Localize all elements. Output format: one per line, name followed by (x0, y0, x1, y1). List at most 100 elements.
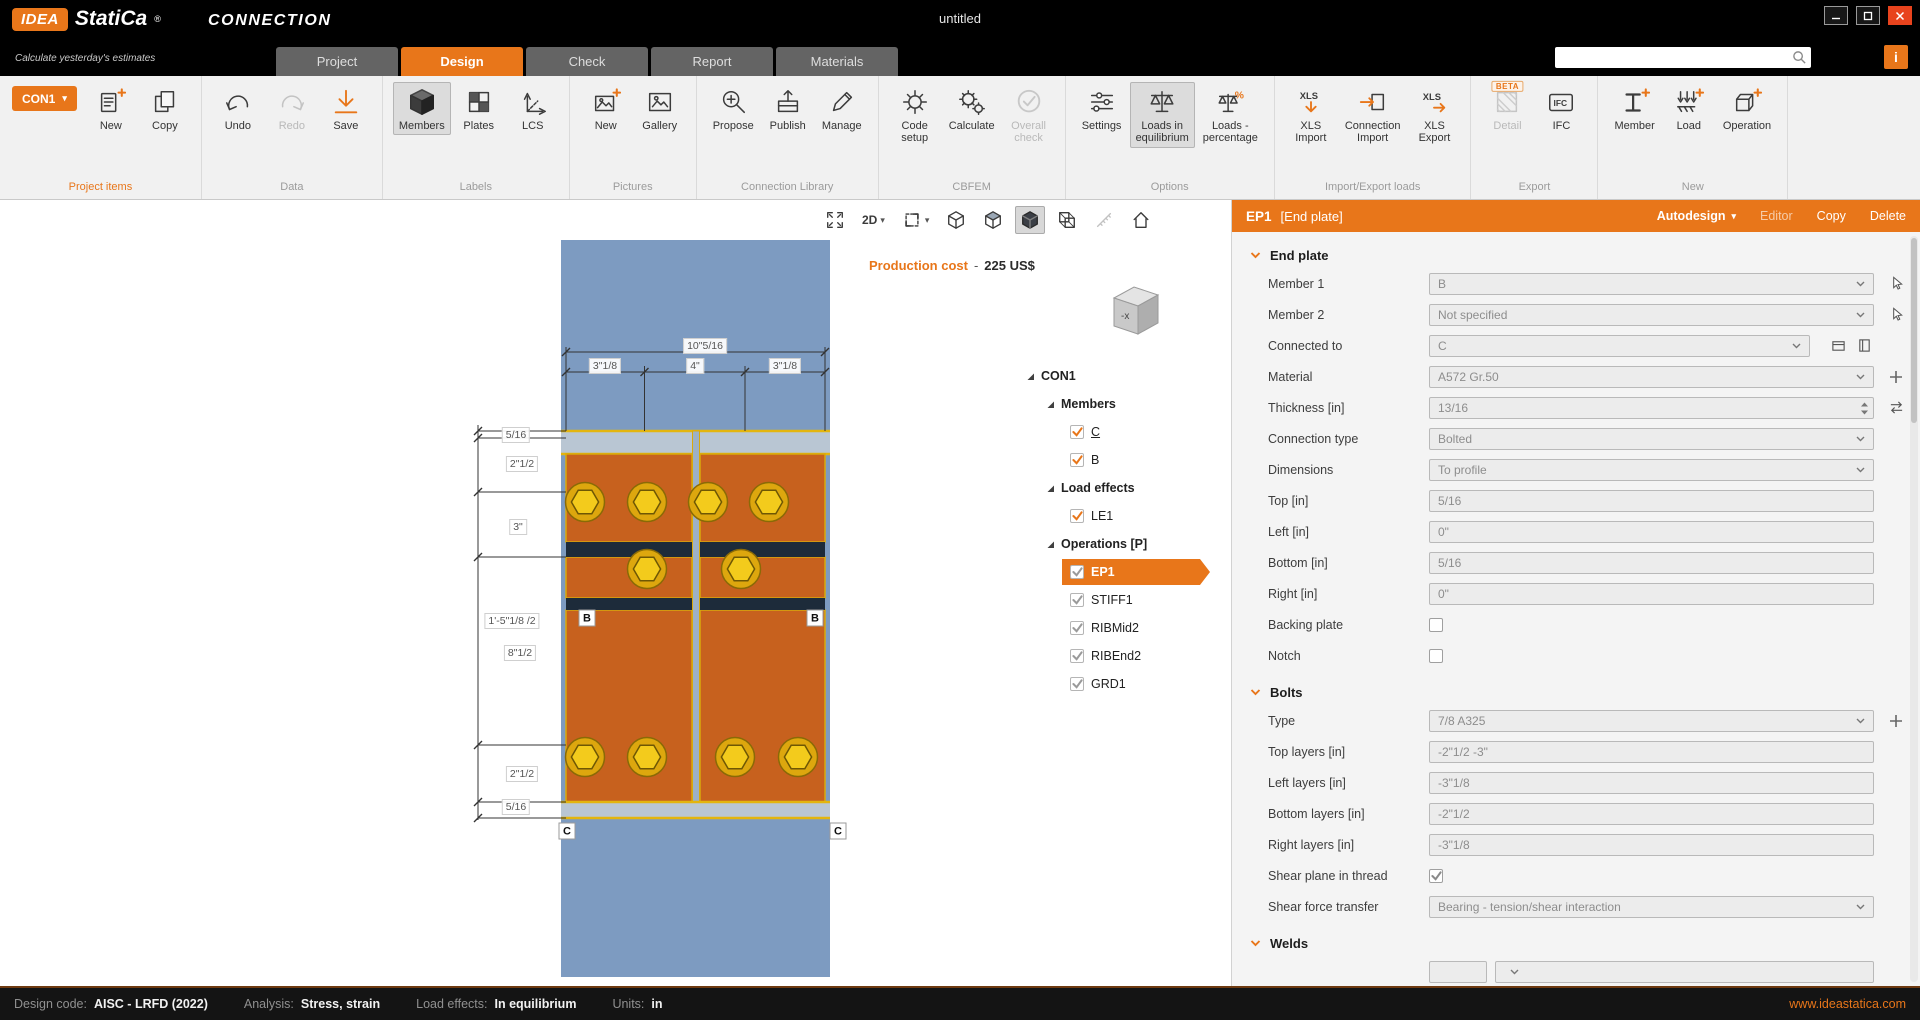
connection-selector-button[interactable]: CON1▾ (12, 86, 77, 111)
tree-item-ribmid2[interactable]: RIBMid2 (1022, 614, 1230, 642)
tab-check[interactable]: Check (526, 47, 648, 76)
bottom-layers-in-input[interactable]: -2"1/2 (1429, 803, 1874, 825)
ribbon-new-load-button[interactable]: Load (1663, 82, 1715, 135)
tree-item-con1[interactable]: CON1 (1022, 362, 1230, 390)
connected-to-dropdown[interactable]: C (1429, 335, 1810, 357)
pick-member-button[interactable] (1886, 274, 1906, 294)
home-view-button[interactable] (1126, 206, 1156, 234)
right-layers-in-input[interactable]: -3"1/8 (1429, 834, 1874, 856)
left-in-input[interactable]: 0" (1429, 521, 1874, 543)
tree-item-ribend2[interactable]: RIBEnd2 (1022, 642, 1230, 670)
tree-expander-icon[interactable] (1046, 540, 1055, 549)
ribbon-connection-import-button[interactable]: Connection Import (1339, 82, 1407, 148)
ep1-checkbox[interactable] (1070, 565, 1084, 579)
section-welds[interactable]: Welds (1232, 930, 1920, 956)
tab-project[interactable]: Project (276, 47, 398, 76)
maximize-button[interactable] (1856, 6, 1880, 25)
left-layers-in-input[interactable]: -3"1/8 (1429, 772, 1874, 794)
solid-render-button[interactable] (1015, 206, 1045, 234)
tree-item-stiff1[interactable]: STIFF1 (1022, 586, 1230, 614)
ribbon-xls-export-button[interactable]: XLSXLS Export (1408, 82, 1460, 148)
weld-type-dropdown[interactable] (1495, 961, 1874, 983)
copy-operation-button[interactable]: Copy (1817, 209, 1846, 223)
top-in-input[interactable]: 5/16 (1429, 490, 1874, 512)
member-2-dropdown[interactable]: Not specified (1429, 304, 1874, 326)
ribbon-new-member-button[interactable]: Member (1608, 82, 1660, 135)
tree-item-members[interactable]: Members (1022, 390, 1230, 418)
ribbon-ifc-export-button[interactable]: IFCIFC (1535, 82, 1587, 135)
plate-face-button[interactable] (1828, 336, 1848, 356)
right-in-input[interactable]: 0" (1429, 583, 1874, 605)
website-link[interactable]: www.ideastatica.com (1789, 997, 1906, 1011)
tree-expander-icon[interactable] (1026, 372, 1035, 381)
ribbon-loads-in-equilibrium-button[interactable]: Loads in equilibrium (1130, 82, 1195, 148)
tree-item-ep1[interactable]: EP1 (1022, 558, 1230, 586)
search-input[interactable] (1555, 51, 1792, 65)
ribbon-new-operation-button[interactable]: Operation (1717, 82, 1777, 135)
info-button[interactable]: i (1884, 45, 1908, 69)
ribbon-manage-button[interactable]: Manage (816, 82, 868, 135)
tree-item-grd1[interactable]: GRD1 (1022, 670, 1230, 698)
wireframe-render-button[interactable] (1052, 206, 1082, 234)
axonometric-view-button[interactable] (941, 206, 971, 234)
tree-item-load-effects[interactable]: Load effects (1022, 474, 1230, 502)
material-dropdown[interactable]: A572 Gr.50 (1429, 366, 1874, 388)
member-1-dropdown[interactable]: B (1429, 273, 1874, 295)
ribbon-lcs-labels-button[interactable]: LCS (507, 82, 559, 135)
tree-item-operations-p[interactable]: Operations [P] (1022, 530, 1230, 558)
bottom-in-input[interactable]: 5/16 (1429, 552, 1874, 574)
autodesign-dropdown[interactable]: Autodesign▾ (1657, 209, 1736, 223)
swap-sides-button[interactable] (1886, 398, 1906, 418)
tab-materials[interactable]: Materials (776, 47, 898, 76)
connection-type-dropdown[interactable]: Bolted (1429, 428, 1874, 450)
view-2d-button[interactable]: 2D▾ (857, 206, 890, 234)
tree-expander-icon[interactable] (1046, 484, 1055, 493)
ribbon-publish-button[interactable]: Publish (762, 82, 814, 135)
ribmid2-checkbox[interactable] (1070, 621, 1084, 635)
type-dropdown[interactable]: 7/8 A325 (1429, 710, 1874, 732)
ribbon-members-labels-button[interactable]: Members (393, 82, 451, 135)
shear-force-transfer-dropdown[interactable]: Bearing - tension/shear interaction (1429, 896, 1874, 918)
ribbon-settings-button[interactable]: Settings (1076, 82, 1128, 135)
tab-report[interactable]: Report (651, 47, 773, 76)
tab-design[interactable]: Design (401, 47, 523, 76)
ribbon-copy-project-item-button[interactable]: Copy (139, 82, 191, 135)
close-button[interactable] (1888, 6, 1912, 25)
backing-plate-checkbox[interactable] (1429, 618, 1443, 632)
stiff1-checkbox[interactable] (1070, 593, 1084, 607)
ribend2-checkbox[interactable] (1070, 649, 1084, 663)
ribbon-plates-labels-button[interactable]: Plates (453, 82, 505, 135)
notch-checkbox[interactable] (1429, 649, 1443, 663)
ribbon-loads-percentage-button[interactable]: %Loads - percentage (1197, 82, 1264, 148)
plane-view-button[interactable] (978, 206, 1008, 234)
plate-edge-button[interactable] (1854, 336, 1874, 356)
ribbon-code-setup-button[interactable]: Code setup (889, 82, 941, 148)
tree-item-le1[interactable]: LE1 (1022, 502, 1230, 530)
pick-member-button[interactable] (1886, 305, 1906, 325)
ribbon-save-button[interactable]: Save (320, 82, 372, 135)
add-item-button[interactable] (1886, 711, 1906, 731)
section-bolts[interactable]: Bolts (1232, 679, 1920, 705)
tree-item-c[interactable]: C (1022, 418, 1230, 446)
panel-scrollbar[interactable] (1910, 236, 1918, 982)
search-icon[interactable] (1792, 50, 1807, 65)
tree-expander-icon[interactable] (1046, 400, 1055, 409)
editor-button[interactable]: Editor (1760, 209, 1793, 223)
dimensions-dropdown[interactable]: To profile (1429, 459, 1874, 481)
thickness-in-stepper[interactable]: 13/16 (1429, 397, 1874, 419)
clipping-button[interactable]: ▾ (897, 206, 935, 234)
tree-item-b[interactable]: B (1022, 446, 1230, 474)
scrollbar-thumb[interactable] (1911, 238, 1917, 423)
view-cube[interactable]: -x (1102, 276, 1170, 340)
c-checkbox[interactable] (1070, 425, 1084, 439)
ribbon-undo-button[interactable]: Undo (212, 82, 264, 135)
top-layers-in-input[interactable]: -2"1/2 -3" (1429, 741, 1874, 763)
ribbon-xls-import-button[interactable]: XLSXLS Import (1285, 82, 1337, 148)
delete-operation-button[interactable]: Delete (1870, 209, 1906, 223)
ribbon-new-project-item-button[interactable]: New (85, 82, 137, 135)
spinner-arrows-icon[interactable] (1860, 401, 1869, 416)
shear-plane-in-thread-checkbox[interactable] (1429, 869, 1443, 883)
grd1-checkbox[interactable] (1070, 677, 1084, 691)
ribbon-propose-button[interactable]: Propose (707, 82, 760, 135)
le1-checkbox[interactable] (1070, 509, 1084, 523)
